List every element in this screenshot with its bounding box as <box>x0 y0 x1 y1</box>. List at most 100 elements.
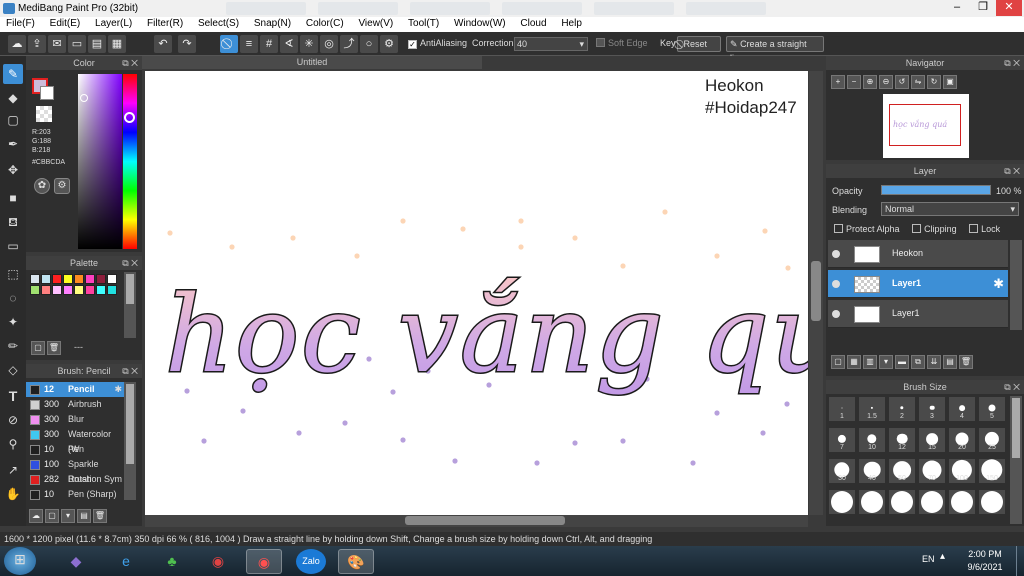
palette-swatch[interactable] <box>63 274 73 284</box>
curve-snap-icon[interactable]: ⤴ <box>340 35 358 53</box>
brush-size-cell[interactable]: 10 <box>858 427 886 453</box>
brush-size-cell[interactable] <box>888 489 916 515</box>
panel-controls-icon[interactable]: ⧉ ✕ <box>122 56 138 70</box>
antialias-checkbox[interactable]: ✓ <box>408 40 417 49</box>
cloud-icon[interactable]: ☁ <box>8 35 26 53</box>
settings-doc-icon[interactable]: ▦ <box>108 35 126 53</box>
panel-controls-icon[interactable]: ⧉ ✕ <box>1004 380 1020 394</box>
brush-size-cell[interactable]: 40 <box>858 458 886 484</box>
palette-swatch[interactable] <box>74 285 84 295</box>
fill-shape-tool-icon[interactable]: ■ <box>3 188 23 208</box>
palette-swatch[interactable] <box>107 274 117 284</box>
palette-swatch[interactable] <box>41 285 51 295</box>
select-eraser-tool-icon[interactable]: ◇ <box>3 360 23 380</box>
menu-filter[interactable]: Filter(R) <box>141 17 189 29</box>
brush-size-cell[interactable]: 30 <box>828 458 856 484</box>
chrome-active-icon[interactable]: ◉ <box>246 549 282 574</box>
menu-cloud[interactable]: Cloud <box>514 17 552 29</box>
concentric-snap-icon[interactable]: ◎ <box>320 35 338 53</box>
navigator-preview[interactable]: học vắng quá <box>883 94 969 158</box>
zoom-out-icon[interactable]: − <box>847 75 861 89</box>
brush-size-cell[interactable]: 1.5 <box>858 396 886 422</box>
start-button[interactable]: ⊞ <box>4 547 36 575</box>
palette-swatch[interactable] <box>96 285 106 295</box>
brush-menu-icon[interactable]: ▾ <box>61 509 75 523</box>
clipping-checkbox[interactable] <box>912 224 922 233</box>
palette-swatch[interactable] <box>107 285 117 295</box>
internet-explorer-icon[interactable]: e <box>108 549 144 574</box>
delete-brush-icon[interactable]: 🗑 <box>93 509 107 523</box>
share-icon[interactable]: ⇪ <box>28 35 46 53</box>
menu-help[interactable]: Help <box>555 17 588 29</box>
new-layer-icon[interactable]: ▢ <box>831 355 845 369</box>
brush-scrollbar[interactable] <box>124 382 136 500</box>
secondary-color-swatch[interactable] <box>40 86 54 100</box>
add-layer-menu-icon[interactable]: ▾ <box>879 355 893 369</box>
new-palette-icon[interactable]: ▢ <box>31 341 45 355</box>
brush-size-cell[interactable] <box>948 489 976 515</box>
brush-item[interactable]: 282 Rotation Sym <box>26 472 124 487</box>
rectangle-tool-icon[interactable]: ▢ <box>3 110 23 130</box>
brush-size-cell[interactable] <box>828 489 856 515</box>
brush-item[interactable]: 10 Pen <box>26 442 124 457</box>
hand-tool-icon[interactable]: ✋ <box>3 484 23 504</box>
menu-window[interactable]: Window(W) <box>448 17 512 29</box>
select-pen-tool-icon[interactable]: ✏ <box>3 336 23 356</box>
blending-select[interactable]: Normal ▾ <box>881 202 1019 216</box>
brush-item[interactable]: 300 Blur <box>26 412 124 427</box>
rotate-left-icon[interactable]: ↺ <box>895 75 909 89</box>
magic-wand-tool-icon[interactable]: ✦ <box>3 312 23 332</box>
zoom-fit-icon[interactable]: ⊕ <box>863 75 877 89</box>
lasso-tool-icon[interactable]: ◌ <box>3 288 23 308</box>
hue-slider[interactable] <box>123 74 137 249</box>
brush-size-cell[interactable]: 5 <box>978 396 1006 422</box>
palette-swatch[interactable] <box>52 285 62 295</box>
brush-size-cell[interactable] <box>858 489 886 515</box>
zoom-actual-icon[interactable]: ⊖ <box>879 75 893 89</box>
menu-select[interactable]: Select(S) <box>192 17 245 29</box>
layer-settings-icon[interactable]: ▤ <box>943 355 957 369</box>
palette-swatch[interactable] <box>52 274 62 284</box>
zoom-in-icon[interactable]: + <box>831 75 845 89</box>
horizontal-scrollbar[interactable] <box>145 515 808 527</box>
brush-size-cell[interactable]: 20 <box>948 427 976 453</box>
brush-size-cell[interactable]: 100 <box>948 458 976 484</box>
panel-controls-icon[interactable]: ⧉ ✕ <box>122 256 138 270</box>
text-tool-icon[interactable]: T <box>3 386 23 406</box>
undo-icon[interactable]: ↶ <box>154 35 172 53</box>
close-button[interactable]: ✕ <box>996 0 1022 16</box>
brush-item[interactable]: 12 Pencil ✱ <box>26 382 124 397</box>
delete-palette-icon[interactable]: 🗑 <box>47 341 61 355</box>
fit-window-icon[interactable]: ▣ <box>943 75 957 89</box>
brush-size-cell[interactable]: 12 <box>888 427 916 453</box>
brush-size-cell[interactable] <box>918 489 946 515</box>
pen-tool-icon[interactable]: ✒ <box>3 134 23 154</box>
menu-snap[interactable]: Snap(N) <box>248 17 297 29</box>
brush-size-cell[interactable]: 7 <box>828 427 856 453</box>
brush-size-cell[interactable]: 2 <box>888 396 916 422</box>
menu-color[interactable]: Color(C) <box>300 17 350 29</box>
select-tool-icon[interactable]: ⬚ <box>3 264 23 284</box>
gear-icon[interactable]: ✱ <box>114 382 122 397</box>
layer-settings-gear-icon[interactable]: ✱ <box>993 276 1004 292</box>
transparent-color-swatch[interactable] <box>36 106 52 122</box>
merge-layer-icon[interactable]: ⇊ <box>927 355 941 369</box>
brush-size-cell[interactable]: 25 <box>978 427 1006 453</box>
duplicate-layer-icon[interactable]: ⧉ <box>911 355 925 369</box>
brush-size-cell[interactable]: 1 <box>828 396 856 422</box>
circle-snap-icon[interactable]: ○ <box>360 35 378 53</box>
maximize-button[interactable]: ❐ <box>970 0 996 16</box>
comment-icon[interactable]: ▭ <box>68 35 86 53</box>
move-tool-icon[interactable]: ✥ <box>3 160 23 180</box>
color-settings-icon[interactable]: ⚙ <box>54 178 70 194</box>
perspective-snap-icon[interactable]: ∢ <box>280 35 298 53</box>
lock-checkbox[interactable] <box>969 224 979 233</box>
palette-scrollbar[interactable] <box>124 272 136 338</box>
redo-icon[interactable]: ↷ <box>178 35 196 53</box>
brush-tool-icon[interactable]: ✎ <box>3 64 23 84</box>
language-indicator[interactable]: EN <box>922 554 935 564</box>
zalo-icon[interactable]: Zalo <box>296 549 326 574</box>
palette-swatch[interactable] <box>30 285 40 295</box>
panel-controls-icon[interactable]: ⧉ ✕ <box>122 364 138 378</box>
palette-swatch[interactable] <box>41 274 51 284</box>
